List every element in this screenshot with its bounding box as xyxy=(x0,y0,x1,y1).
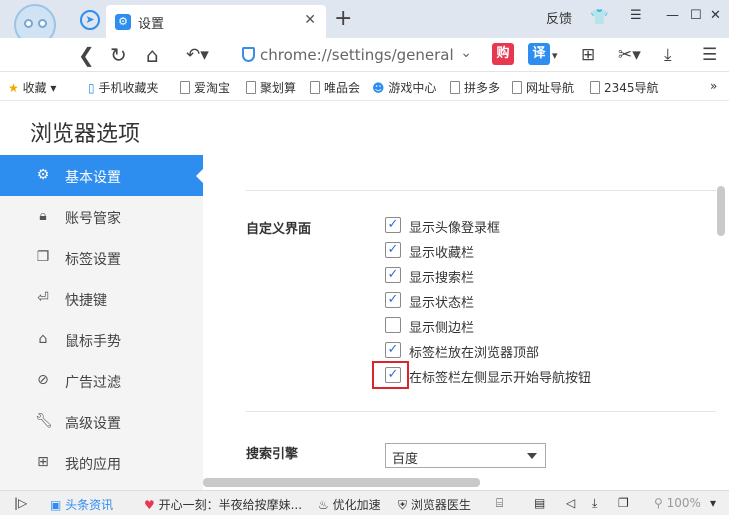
bookmark-item[interactable]: 2345导航 xyxy=(590,79,659,96)
sidebar-item-apps[interactable]: ⊞ 我的应用 xyxy=(0,442,203,483)
doc-icon xyxy=(180,81,190,94)
checkbox[interactable]: ✓ xyxy=(385,342,401,358)
highlight-box xyxy=(372,361,409,389)
vertical-scrollbar[interactable] xyxy=(717,186,725,236)
translate-dropdown-icon[interactable]: ▾ xyxy=(552,49,558,62)
feedback-button[interactable]: 反馈 xyxy=(546,8,572,27)
dropdown-arrow-icon xyxy=(527,453,537,459)
shortcut-icon: ⏎ xyxy=(37,290,49,306)
checkbox[interactable]: ✓ xyxy=(385,292,401,308)
close-tab-icon[interactable]: ✕ xyxy=(304,12,316,28)
toolbar: ❮ ↻ ⌂ ↶▾ chrome://settings/general ⌄ 购 译… xyxy=(0,38,729,72)
divider xyxy=(246,190,716,191)
sound-icon[interactable]: ◁ xyxy=(566,496,575,510)
compass-icon[interactable]: ➤ xyxy=(80,10,100,30)
reload-icon[interactable]: ↻ xyxy=(110,43,127,67)
main-menu-icon[interactable]: ☰ xyxy=(702,45,717,65)
chevron-down-icon[interactable]: ⌄ xyxy=(460,45,472,61)
search-engine-select[interactable]: 百度 xyxy=(385,443,546,468)
scissors-icon[interactable]: ✂▾ xyxy=(618,45,641,65)
apps-grid-icon[interactable]: ⊞ xyxy=(581,45,595,65)
doctor-button[interactable]: ⛨ 浏览器医生 xyxy=(398,496,471,513)
mouse-icon: ⌂ xyxy=(38,331,48,347)
tab-strip: 登录 ➤ ⚙ 设置 ✕ + 反馈 👕 ☰ — ☐ ✕ xyxy=(0,0,729,60)
new-tab-icon[interactable]: + xyxy=(334,6,352,31)
back-icon[interactable]: ❮ xyxy=(78,43,95,67)
more-bookmarks-icon[interactable]: » xyxy=(710,79,717,93)
address-bar[interactable]: chrome://settings/general ⌄ xyxy=(236,42,482,68)
page-title: 浏览器选项 xyxy=(30,122,141,147)
translate-extension-button[interactable]: 译 xyxy=(528,43,550,65)
search-engine-label: 搜索引擎 xyxy=(246,447,299,462)
shield-icon xyxy=(242,47,255,62)
heart-icon: ♥ xyxy=(144,498,155,512)
download-icon[interactable]: ⤓ xyxy=(664,45,672,65)
sidebar-item-account[interactable]: 🔒︎ 账号管家 xyxy=(0,196,203,237)
window-close-icon[interactable]: ✕ xyxy=(710,8,721,23)
sidebar-item-advanced[interactable]: 🔧︎ 高级设置 xyxy=(0,401,203,442)
doc-icon xyxy=(246,81,256,94)
phone-icon: ▯ xyxy=(88,81,95,95)
home-icon[interactable]: ⌂ xyxy=(146,43,159,67)
menu-icon[interactable]: ☰ xyxy=(630,8,642,23)
checkbox[interactable]: ✓ xyxy=(385,267,401,283)
game-icon[interactable]: ▤ xyxy=(534,496,545,510)
wrench-icon: 🔧︎ xyxy=(35,413,53,429)
gear-icon: ⚙ xyxy=(36,167,50,183)
divider xyxy=(246,411,716,412)
bookmark-item[interactable]: 网址导航 xyxy=(512,79,574,96)
optimize-button[interactable]: ♨ 优化加速 xyxy=(318,496,381,513)
shop-extension-button[interactable]: 购 xyxy=(492,43,514,65)
apps-icon: ⊞ xyxy=(37,454,49,470)
undo-icon[interactable]: ↶▾ xyxy=(186,45,209,65)
sidebar-toggle-icon[interactable]: |▷ xyxy=(14,496,27,510)
doc-icon xyxy=(450,81,460,94)
doc-icon xyxy=(310,81,320,94)
sidebar-item-mouse[interactable]: ⌂ 鼠标手势 xyxy=(0,319,203,360)
bookmark-item[interactable]: 爱淘宝 xyxy=(180,79,230,96)
checkbox[interactable]: ✓ xyxy=(385,242,401,258)
sidebar: ⚙ 基本设置 🔒︎ 账号管家 ❐ 标签设置 ⏎ 快捷键 ⌂ 鼠标手势 ⊘ 广告过… xyxy=(0,155,204,490)
news-button[interactable]: ▣ 头条资讯 xyxy=(50,496,113,513)
address-input[interactable]: chrome://settings/general xyxy=(260,46,454,64)
network-icon[interactable]: ⌸ xyxy=(496,496,503,511)
status-bar: |▷ ▣ 头条资讯 ♥ 开心一刻：半夜给按摩妹... ♨ 优化加速 ⛨ 浏览器医… xyxy=(0,490,729,515)
sidebar-item-adblock[interactable]: ⊘ 广告过滤 xyxy=(0,360,203,401)
bookmark-favorites[interactable]: ★ 收藏 ▾ xyxy=(8,79,56,96)
sidebar-item-tabs[interactable]: ❐ 标签设置 xyxy=(0,237,203,278)
game-icon: ☻ xyxy=(372,81,385,95)
download-icon[interactable]: ⤓ xyxy=(592,496,597,511)
doc-icon xyxy=(512,81,522,94)
story-button[interactable]: ♥ 开心一刻：半夜给按摩妹... xyxy=(144,496,302,513)
tab-settings[interactable]: ⚙ 设置 ✕ xyxy=(106,5,326,38)
horizontal-scrollbar[interactable] xyxy=(203,478,480,487)
lock-icon: 🔒︎ xyxy=(39,208,47,224)
window-icon[interactable]: ❐ xyxy=(618,496,629,510)
customize-section-label: 自定义界面 xyxy=(246,222,312,237)
zoom-control[interactable]: ⚲ 100% xyxy=(654,496,701,510)
doc-icon xyxy=(590,81,600,94)
bookmarks-bar: ★ 收藏 ▾ ▯ 手机收藏夹 爱淘宝 聚划算 唯品会 ☻ 游戏中心 拼多多 网址… xyxy=(0,73,729,101)
bookmark-item[interactable]: ☻ 游戏中心 xyxy=(372,79,436,96)
bookmark-item[interactable]: 唯品会 xyxy=(310,79,360,96)
star-icon: ★ xyxy=(8,81,19,95)
bookmark-item[interactable]: 拼多多 xyxy=(450,79,500,96)
sidebar-item-shortcuts[interactable]: ⏎ 快捷键 xyxy=(0,278,203,319)
bookmark-item[interactable]: 聚划算 xyxy=(246,79,296,96)
maximize-icon[interactable]: ☐ xyxy=(690,8,702,23)
settings-tab-icon: ⚙ xyxy=(115,14,131,30)
sidebar-item-basic[interactable]: ⚙ 基本设置 xyxy=(0,155,204,196)
zoom-dropdown-icon[interactable]: ▾ xyxy=(710,496,716,510)
minimize-icon[interactable]: — xyxy=(666,8,679,23)
shirt-icon[interactable]: 👕 xyxy=(590,8,609,26)
bookmark-item[interactable]: ▯ 手机收藏夹 xyxy=(88,79,158,96)
block-icon: ⊘ xyxy=(37,372,49,388)
tab-title: 设置 xyxy=(138,17,165,32)
checkbox[interactable] xyxy=(385,317,401,333)
checkbox[interactable]: ✓ xyxy=(385,217,401,233)
tabs-icon: ❐ xyxy=(36,249,50,265)
